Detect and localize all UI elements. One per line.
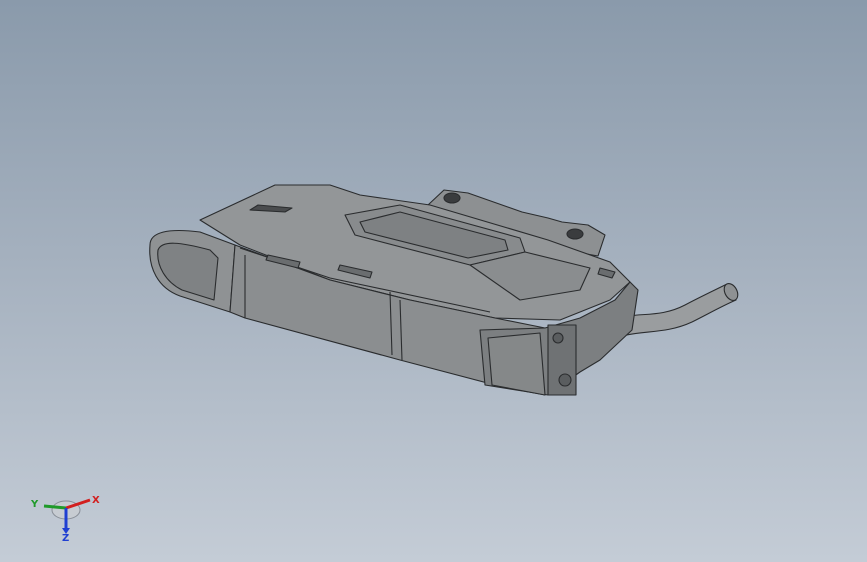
cad-graphics-viewport[interactable]: X Y Z bbox=[0, 0, 867, 562]
end-block-face bbox=[487, 332, 546, 396]
mount-hole bbox=[443, 192, 461, 204]
z-axis-label: Z bbox=[62, 533, 70, 544]
view-orientation-triad[interactable]: X Y Z bbox=[28, 490, 108, 550]
x-axis-label: X bbox=[92, 495, 100, 506]
connector-latch bbox=[552, 332, 564, 344]
3d-model-view[interactable] bbox=[0, 0, 867, 562]
front-nose-face bbox=[157, 242, 219, 301]
sensor-model[interactable] bbox=[149, 184, 741, 396]
mount-hole-right bbox=[566, 228, 584, 240]
y-axis-icon bbox=[43, 504, 67, 510]
y-axis-label: Y bbox=[31, 499, 39, 510]
connector-latch-lower bbox=[558, 373, 572, 387]
